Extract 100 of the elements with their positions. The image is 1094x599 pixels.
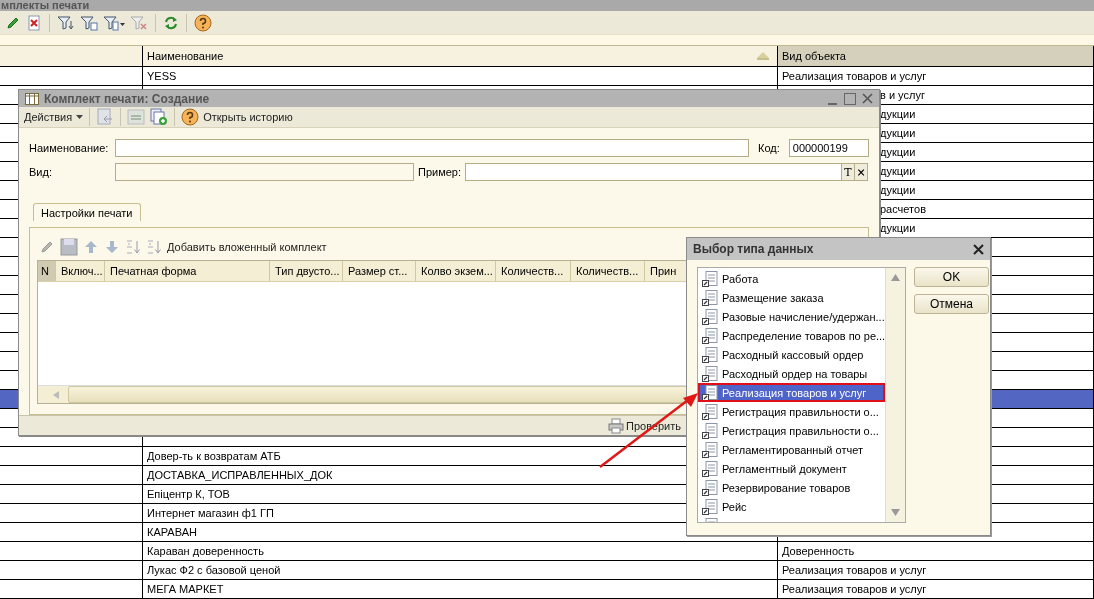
column-header: Печатная форма [105,261,270,282]
table-cell: Лукас Ф2 с базовой ценой [147,564,281,576]
table-cell: Реализация товаров и услуг [782,583,927,595]
column-header: Вид объекта [778,46,1094,66]
cancel-button[interactable]: Отмена [914,294,989,314]
window-title: мплекты печати [0,0,90,11]
delete-icon [26,14,42,31]
list-item[interactable]: Расходный ордер на товары [698,364,885,383]
list-item[interactable]: Распределение товаров по ре... [698,326,885,345]
list-item[interactable]: Разовые начисление/удержан... [698,307,885,326]
list-item[interactable]: Регистрация правильности о... [698,402,885,421]
pencil-icon [39,239,55,256]
sort-ascending-icon [125,239,141,256]
save-button[interactable] [59,237,79,258]
vertical-scrollbar[interactable] [885,268,905,522]
exchange-button[interactable] [126,107,147,128]
filter-icon [103,14,125,31]
copy-add-icon [150,108,169,127]
form-icon [25,92,39,105]
document-icon [702,460,718,477]
table-cell: дукции [880,222,916,234]
list-item[interactable]: Реализация товаров и услуг [698,383,885,402]
document-icon [702,441,718,458]
table-cell: дукции [880,108,916,120]
caret-icon [76,115,84,120]
close-button[interactable] [973,243,984,255]
help-icon [194,13,212,32]
example-field[interactable]: T × [465,163,869,182]
scroll-down-icon [891,509,900,516]
list-item[interactable]: Размещение заказа [698,288,885,307]
actions-menu[interactable]: Действия [23,110,85,125]
column-header: Количеств... [571,261,645,282]
filter-icon [80,14,98,31]
table-cell: дукции [880,165,916,177]
column-header: Колво экзем... [416,261,496,282]
table-cell: дукции [880,127,916,139]
name-field[interactable] [115,139,749,158]
filter-icon [57,14,75,31]
document-icon [702,384,718,401]
history-button[interactable]: Открыть историю [180,107,294,128]
tab[interactable]: Настройки печати [33,203,141,222]
refresh-icon [163,14,179,31]
column-header: Размер ст... [343,261,416,282]
table-row[interactable]: Караван доверенность Доверенность [0,542,1094,561]
document-icon [702,270,718,287]
table-cell: Реализация товаров и услуг [782,564,927,576]
dialog-title: Выбор типа данных [693,242,814,256]
field-label: Наименование: [29,142,110,155]
scroll-left-icon [52,390,60,399]
filter-button[interactable] [56,13,76,32]
filter-button[interactable] [102,13,126,32]
text-button[interactable]: T [841,164,855,181]
table-cell: Караван доверенность [147,545,264,557]
document-icon [702,365,718,382]
add-nested-button[interactable]: Добавить вложенный комплект [166,240,328,255]
table-cell: ДОСТАВКА_ИСПРАВЛЕННЫХ_ДОК [147,469,333,481]
delete-button[interactable] [25,13,43,32]
document-icon [702,327,718,344]
maximize-button[interactable] [844,92,856,105]
field-label: Код: [758,142,780,155]
help-icon [181,108,200,127]
table-row[interactable]: YESS Реализация товаров и услуг [0,67,1094,86]
clear-button[interactable]: × [854,164,868,181]
field-label: Вид: [29,166,53,179]
document-icon [702,403,718,420]
window-title: Комплект печати: Создание [44,91,210,106]
table-cell: в и услуг [880,89,925,101]
sort-descending-button[interactable] [145,238,163,257]
arrow-down-icon [104,239,120,256]
filter-button[interactable] [79,13,99,32]
table-cell: Реализация товаров и услуг [782,70,927,82]
filter-off-icon [130,14,148,31]
column-header: Включ... [56,261,105,282]
document-icon [702,308,718,325]
filter-off-button[interactable] [129,13,149,32]
column-header: Количеств... [496,261,571,282]
table-cell: дукции [880,146,916,158]
code-field[interactable]: 000000199 [788,139,869,158]
table-row[interactable]: Лукас Ф2 с базовой ценой Реализация товаров и услуг [0,561,1094,580]
table-cell: МЕГА МАРКЕТ [147,583,224,595]
arrow-up-icon [83,239,99,256]
exchange-icon [127,108,146,127]
list-item[interactable]: Расходный кассовый ордер [698,345,885,364]
field-label: Пример: [418,166,462,179]
list-item[interactable]: Регистрация правильности о... [698,421,885,440]
document-icon [702,498,718,515]
table-cell: дукции [880,184,916,196]
help-button[interactable] [193,12,213,33]
scroll-up-icon [891,274,900,281]
save-icon [60,238,78,257]
sort-ascending-button[interactable] [124,238,142,257]
table-cell: КАРАВАН [147,526,197,538]
ok-button[interactable]: OK [914,267,989,287]
document-icon [702,289,718,306]
table-cell: расчетов [880,203,926,215]
table-row[interactable]: МЕГА МАРКЕТ Реализация товаров и услуг [0,580,1094,599]
copy-add-button[interactable] [149,107,170,128]
table-cell: Доверенность [782,545,855,557]
table-cell: Интернет магазин ф1 ГП [147,507,274,519]
table-cell: YESS [147,70,177,82]
